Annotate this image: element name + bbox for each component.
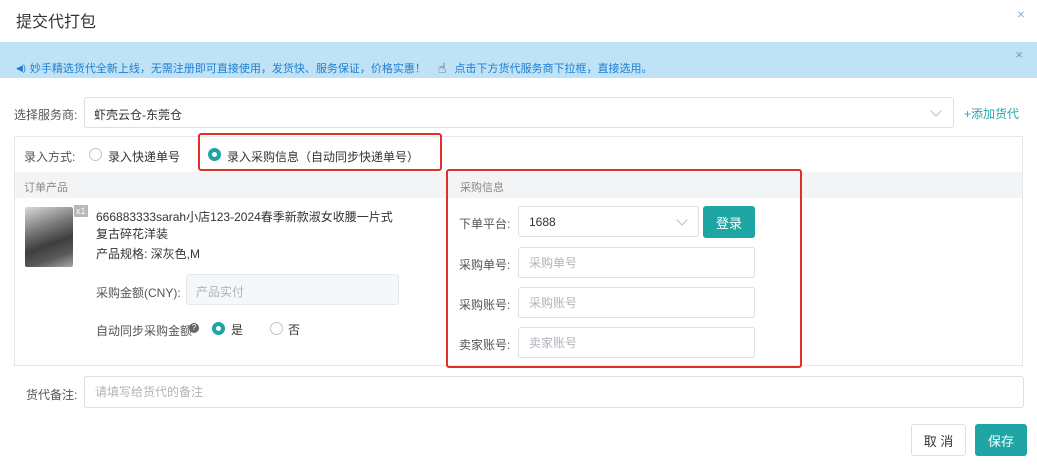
provider-value: 虾壳云仓-东莞仓 xyxy=(94,108,182,122)
purchase-amount-label: 采购金额(CNY): xyxy=(96,286,181,300)
auto-sync-amount-label: 自动同步采购金额 xyxy=(96,324,193,338)
login-button[interactable]: 登录 xyxy=(703,206,755,238)
radio-sync-no-label[interactable]: 否 xyxy=(288,321,300,338)
radio-express-number[interactable] xyxy=(89,148,102,161)
order-products-heading: 订单产品 xyxy=(24,182,68,194)
purchase-amount-placeholder: 产品实付 xyxy=(196,285,245,299)
radio-express-number-label[interactable]: 录入快递单号 xyxy=(108,148,180,165)
purchase-order-no-label: 采购单号: xyxy=(459,258,511,272)
radio-sync-yes[interactable] xyxy=(212,322,225,335)
platform-value: 1688 xyxy=(529,215,556,229)
help-icon[interactable]: ? xyxy=(189,323,199,333)
radio-sync-no[interactable] xyxy=(270,322,283,335)
dialog-title: 提交代打包 xyxy=(16,14,97,31)
seller-account-label: 卖家账号: xyxy=(459,338,511,352)
notice-close-icon[interactable]: × xyxy=(1015,47,1023,62)
remarks-input[interactable] xyxy=(84,376,1024,408)
add-forwarder-link[interactable]: +添加货代 xyxy=(964,105,1019,122)
radio-sync-yes-label[interactable]: 是 xyxy=(231,321,243,338)
purchase-account-input[interactable] xyxy=(518,287,755,318)
purchase-order-no-input[interactable] xyxy=(518,247,755,278)
remarks-label: 货代备注: xyxy=(26,388,78,402)
pointing-hand-icon: ☝ xyxy=(437,60,447,76)
notice-text: 妙手精选货代全新上线，无需注册即可直接使用，发货快、服务保证，价格实惠！ xyxy=(29,63,426,75)
entry-mode-label: 录入方式: xyxy=(24,150,76,164)
provider-select[interactable] xyxy=(84,97,954,128)
purchase-account-label: 采购账号: xyxy=(459,298,511,312)
notice-cta: 点击下方货代服务商下拉框，直接选用。 xyxy=(454,63,653,75)
provider-label: 选择服务商: xyxy=(14,108,78,122)
product-title: 666883333sarah小店123-2024春季新款淑女收腰一片式复古碎花洋… xyxy=(96,210,393,241)
seller-account-input[interactable] xyxy=(518,327,755,358)
save-button[interactable]: 保存 xyxy=(975,424,1027,456)
product-spec: 产品规格: 深灰色,M xyxy=(96,247,200,261)
platform-label: 下单平台: xyxy=(459,217,511,231)
highlight-box-entry-mode xyxy=(198,133,442,171)
notice-message: ◀) 妙手精选货代全新上线，无需注册即可直接使用，发货快、服务保证，价格实惠！ … xyxy=(16,60,652,76)
speaker-icon: ◀) xyxy=(16,62,26,73)
quantity-badge: x1 xyxy=(74,205,88,217)
dialog-close-icon[interactable]: × xyxy=(1017,6,1025,22)
cancel-button[interactable]: 取 消 xyxy=(911,424,966,456)
product-thumbnail xyxy=(25,207,73,267)
